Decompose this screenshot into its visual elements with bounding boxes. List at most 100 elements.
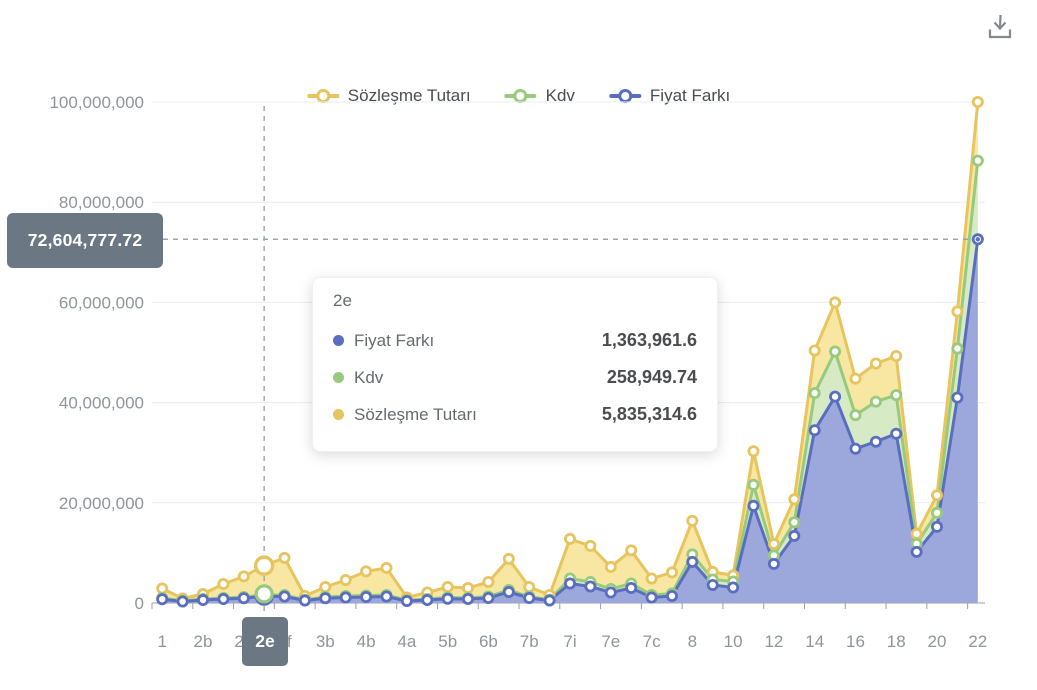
- point-fiyat-farki: [219, 594, 228, 603]
- y-axis-tick-label: 80,000,000: [59, 193, 144, 212]
- point-sozlesme-tutari: [790, 495, 799, 504]
- x-axis-tick-label: 12: [764, 632, 783, 651]
- point-sozlesme-tutari: [953, 307, 962, 316]
- x-axis-tick-label: 8: [688, 632, 697, 651]
- point-kdv: [932, 508, 941, 517]
- point-sozlesme-tutari: [586, 541, 595, 550]
- point-kdv: [953, 344, 962, 353]
- point-fiyat-farki: [790, 531, 799, 540]
- point-sozlesme-tutari: [851, 374, 860, 383]
- chart-page: Sözleşme Tutarı Kdv Fiyat Farkı 100,000,…: [0, 0, 1037, 690]
- point-sozlesme-tutari: [525, 582, 534, 591]
- point-fiyat-farki: [729, 583, 738, 592]
- point-fiyat-farki: [953, 393, 962, 402]
- point-fiyat-farki: [382, 592, 391, 601]
- series-dot-icon: [333, 409, 344, 420]
- x-axis-tick-label: 6b: [479, 632, 498, 651]
- point-kdv: [790, 518, 799, 527]
- series-dot-icon: [333, 335, 344, 346]
- tooltip-series-label: Sözleşme Tutarı: [354, 405, 477, 425]
- y-axis-tick-label: 40,000,000: [59, 394, 144, 413]
- point-fiyat-farki: [912, 547, 921, 556]
- tooltip-row: Fiyat Farkı 1,363,961.6: [333, 322, 697, 359]
- point-kdv: [892, 391, 901, 400]
- x-axis-tick-label: 18: [887, 632, 906, 651]
- tooltip-series-value: 258,949.74: [607, 367, 697, 388]
- point-sozlesme-tutari: [239, 572, 248, 581]
- point-kdv: [810, 389, 819, 398]
- tooltip-series-value: 1,363,961.6: [602, 330, 697, 351]
- tooltip-row: Sözleşme Tutarı 5,835,314.6: [333, 396, 697, 433]
- point-fiyat-farki: [362, 592, 371, 601]
- x-axis-tick-label: 7c: [643, 632, 661, 651]
- tooltip-series-label: Kdv: [354, 368, 383, 388]
- point-sozlesme-tutari: [892, 351, 901, 360]
- x-axis-tick-label: 2b: [194, 632, 213, 651]
- tooltip-title: 2e: [333, 291, 697, 311]
- point-sozlesme-tutari: [627, 546, 636, 555]
- point-fiyat-farki: [280, 592, 289, 601]
- point-fiyat-farki: [627, 583, 636, 592]
- point-sozlesme-tutari: [932, 491, 941, 500]
- point-fiyat-farki: [178, 597, 187, 606]
- point-kdv: [871, 397, 880, 406]
- point-kdv: [973, 156, 982, 165]
- x-axis-tick-label: 14: [805, 632, 824, 651]
- point-kdv-active: [256, 586, 272, 602]
- point-fiyat-farki-center: [976, 237, 980, 241]
- point-sozlesme-tutari: [769, 539, 778, 548]
- x-axis-tick-label: 7i: [563, 632, 576, 651]
- y-axis-pointer-label: 72,604,777.72: [7, 213, 163, 268]
- x-axis-tick-label: 22: [968, 632, 987, 651]
- y-axis-tick-label: 0: [135, 594, 144, 613]
- x-axis-tick-label: 10: [724, 632, 743, 651]
- point-sozlesme-tutari: [810, 346, 819, 355]
- point-kdv: [851, 411, 860, 420]
- y-axis-tick-label: 60,000,000: [59, 293, 144, 312]
- point-fiyat-farki: [606, 588, 615, 597]
- point-fiyat-farki: [504, 587, 513, 596]
- point-fiyat-farki: [565, 579, 574, 588]
- point-fiyat-farki: [871, 437, 880, 446]
- point-fiyat-farki: [647, 593, 656, 602]
- series-dot-icon: [333, 372, 344, 383]
- point-sozlesme-tutari: [443, 582, 452, 591]
- point-sozlesme-tutari: [749, 447, 758, 456]
- point-fiyat-farki: [892, 429, 901, 438]
- point-sozlesme-tutari: [463, 583, 472, 592]
- x-axis-tick-label: 3b: [316, 632, 335, 651]
- point-fiyat-farki: [321, 594, 330, 603]
- tooltip: 2e Fiyat Farkı 1,363,961.6 Kdv 258,949.7…: [312, 277, 718, 452]
- point-sozlesme-tutari: [565, 534, 574, 543]
- point-fiyat-farki: [525, 593, 534, 602]
- point-fiyat-farki: [402, 596, 411, 605]
- point-fiyat-farki: [831, 392, 840, 401]
- point-kdv: [749, 480, 758, 489]
- point-fiyat-farki: [198, 595, 207, 604]
- x-axis-tick-label: 4b: [357, 632, 376, 651]
- point-fiyat-farki: [484, 593, 493, 602]
- point-sozlesme-tutari: [831, 298, 840, 307]
- tooltip-row: Kdv 258,949.74: [333, 359, 697, 396]
- point-fiyat-farki: [688, 557, 697, 566]
- point-fiyat-farki: [769, 559, 778, 568]
- point-fiyat-farki: [932, 522, 941, 531]
- point-fiyat-farki: [851, 444, 860, 453]
- point-sozlesme-tutari: [871, 359, 880, 368]
- point-fiyat-farki: [300, 596, 309, 605]
- point-sozlesme-tutari: [667, 568, 676, 577]
- x-axis-pointer-label: 2e: [242, 617, 288, 666]
- point-fiyat-farki: [158, 595, 167, 604]
- point-sozlesme-tutari: [973, 97, 982, 106]
- point-fiyat-farki: [667, 591, 676, 600]
- point-fiyat-farki: [463, 594, 472, 603]
- tooltip-series-value: 5,835,314.6: [602, 404, 697, 425]
- x-axis-tick-label: 7b: [520, 632, 539, 651]
- point-fiyat-farki: [749, 501, 758, 510]
- x-axis-tick-label: 1: [157, 632, 166, 651]
- point-sozlesme-tutari: [321, 582, 330, 591]
- point-sozlesme-tutari: [912, 529, 921, 538]
- y-axis-tick-label: 100,000,000: [49, 93, 144, 112]
- point-sozlesme-tutari: [219, 579, 228, 588]
- point-kdv: [831, 347, 840, 356]
